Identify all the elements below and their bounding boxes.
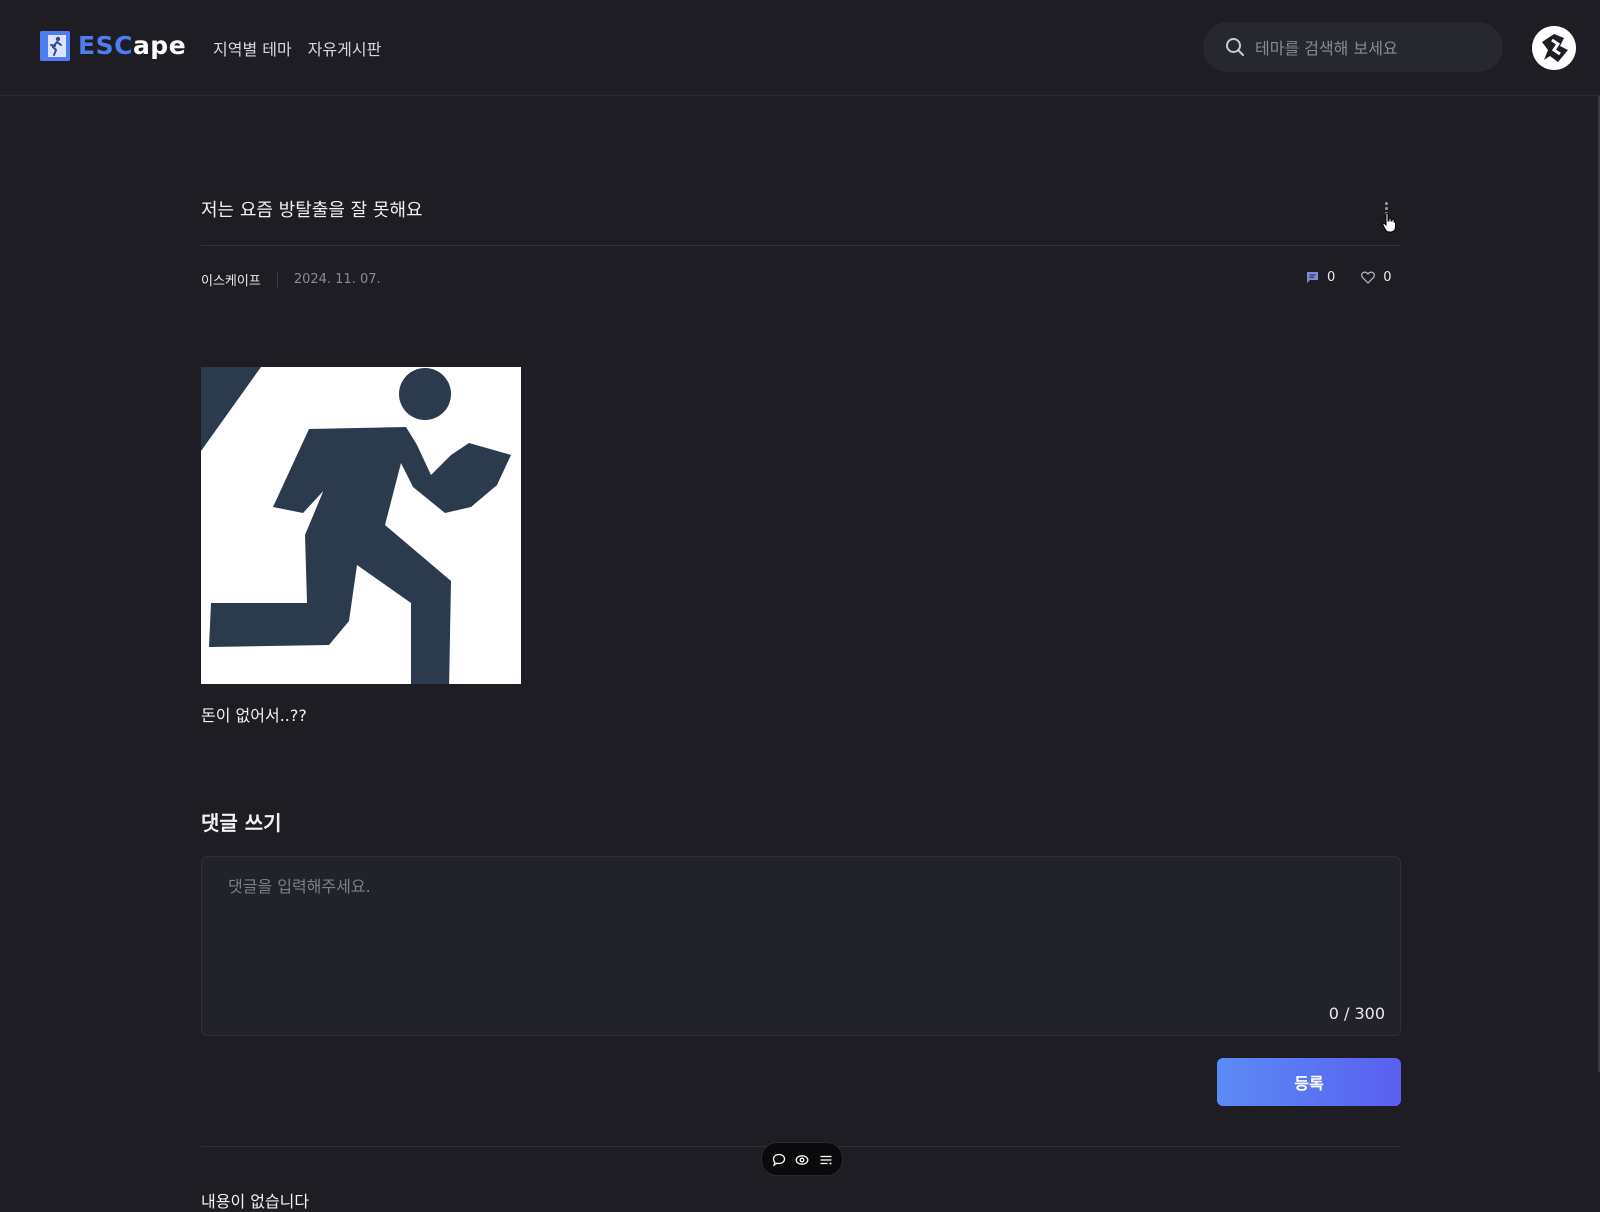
- comment-count: 0: [1327, 270, 1336, 285]
- search-icon: [1226, 38, 1244, 56]
- submit-comment-button[interactable]: 등록: [1217, 1058, 1401, 1106]
- post-image: [201, 367, 521, 684]
- heart-icon[interactable]: [1361, 271, 1376, 284]
- avatar-image: [1532, 26, 1576, 70]
- search-input[interactable]: [1253, 32, 1487, 64]
- post-title: 저는 요즘 방탈출을 잘 못해요: [201, 200, 423, 221]
- main-nav: 지역별 테마 자유게시판: [213, 36, 381, 60]
- post-author: 이스케이프: [201, 274, 261, 289]
- comment-heading: 댓글 쓰기: [201, 811, 282, 835]
- comment-textarea[interactable]: [226, 871, 1380, 995]
- empty-comments-text: 내용이 없습니다: [201, 1192, 310, 1211]
- search-bar[interactable]: [1203, 22, 1503, 72]
- post-date: 2024. 11. 07.: [293, 272, 381, 287]
- nav-regional-themes[interactable]: 지역별 테마: [213, 36, 292, 60]
- eye-icon[interactable]: [795, 1152, 809, 1166]
- post-body: 돈이 없어서..??: [201, 706, 307, 725]
- logo-text-part2: ape: [132, 31, 187, 60]
- like-count: 0: [1383, 270, 1392, 285]
- comment-box: 0 / 300: [201, 856, 1401, 1036]
- top-navigation-bar: ESCape 지역별 테마 자유게시판: [0, 0, 1600, 96]
- running-man-icon: [40, 31, 70, 61]
- logo[interactable]: ESCape: [40, 31, 186, 61]
- title-divider: [201, 245, 1401, 246]
- floating-toolbar: [761, 1142, 843, 1176]
- comment-char-counter: 0 / 300: [1328, 1004, 1385, 1023]
- post-meta: 이스케이프 2024. 11. 07.: [201, 270, 381, 289]
- logo-text-part1: ESC: [78, 31, 133, 60]
- logo-text: ESCape: [78, 31, 186, 61]
- running-figure-image: [201, 367, 521, 684]
- mouse-pointer-icon: [1382, 213, 1396, 233]
- avatar[interactable]: [1532, 26, 1576, 70]
- nav-free-board[interactable]: 자유게시판: [308, 36, 382, 60]
- comment-icon: [1307, 272, 1318, 283]
- meta-separator: [276, 271, 278, 288]
- chat-bubble-icon[interactable]: [772, 1152, 786, 1167]
- list-icon[interactable]: [819, 1152, 833, 1166]
- post-stats: 0 0: [1306, 270, 1392, 285]
